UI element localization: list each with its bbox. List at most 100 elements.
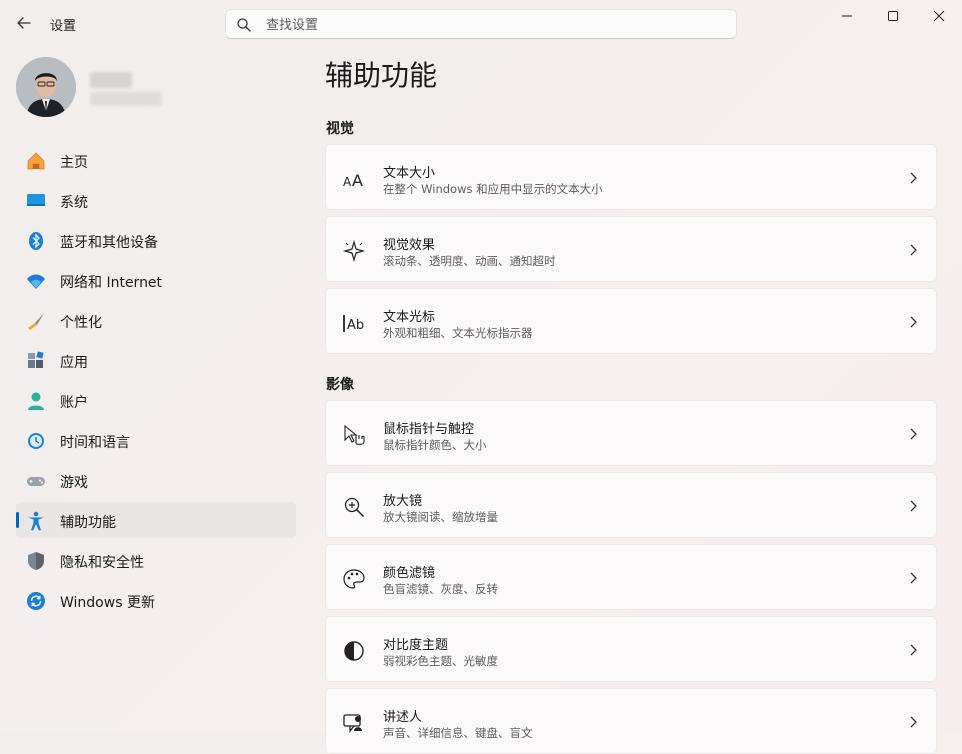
sidebar-item-network[interactable]: 网络和 Internet [16, 262, 296, 298]
svg-text:A: A [352, 171, 363, 190]
card-title: 文本光标 [383, 310, 436, 325]
section-heading-vision: 视觉 [326, 121, 354, 137]
search-icon [237, 18, 251, 32]
user-email-blurred [90, 92, 162, 106]
card-subtitle: 声音、详细信息、键盘、盲文 [383, 726, 533, 740]
contrast-icon [344, 641, 364, 661]
card-title: 鼠标指针与触控 [383, 422, 475, 437]
card-subtitle: 滚动条、透明度、动画、通知超时 [383, 254, 556, 268]
sidebar-item-gaming[interactable]: 游戏 [16, 462, 296, 498]
sidebar-item-windows-update[interactable]: Windows 更新 [16, 582, 296, 618]
text-size-icon: A A [343, 171, 363, 190]
minimize-button[interactable] [824, 0, 870, 32]
card-contrast-themes[interactable]: 对比度主题 弱视彩色主题、光敏度 [325, 616, 937, 682]
sidebar-item-apps[interactable]: 应用 [16, 342, 296, 378]
svg-text:A: A [343, 175, 352, 189]
back-arrow-icon [17, 17, 31, 29]
gamepad-icon [27, 477, 45, 486]
sidebar-item-label: 系统 [60, 195, 88, 211]
page-title: 辅助功能 [325, 59, 438, 92]
sidebar-item-label: 账户 [60, 395, 88, 411]
card-title: 文本大小 [383, 166, 436, 181]
text-cursor-icon: Ab [343, 315, 364, 333]
sidebar-nav: 主页 系统 蓝牙和其他设备 网络和 Internet 个性化 应用 账户 时间和… [16, 142, 296, 622]
apps-icon [28, 351, 44, 368]
sidebar-item-label: 主页 [60, 155, 88, 171]
card-title: 放大镜 [383, 494, 423, 509]
minimize-icon [842, 15, 852, 17]
section-heading-imaging: 影像 [326, 377, 354, 393]
card-mouse-pointer[interactable]: 鼠标指针与触控 鼠标指针颜色、大小 [325, 400, 937, 466]
close-icon [933, 10, 945, 22]
sidebar-item-accessibility[interactable]: 辅助功能 [16, 502, 296, 538]
brush-icon [28, 313, 44, 330]
sidebar-item-personalization[interactable]: 个性化 [16, 302, 296, 338]
sidebar-item-label: 时间和语言 [60, 435, 130, 451]
card-title: 颜色滤镜 [383, 566, 436, 581]
card-color-filters[interactable]: 颜色滤镜 色盲滤镜、灰度、反转 [325, 544, 937, 610]
sidebar-item-label: 网络和 Internet [60, 275, 163, 291]
sidebar-item-home[interactable]: 主页 [16, 142, 296, 178]
card-subtitle: 鼠标指针颜色、大小 [383, 438, 487, 452]
chevron-right-icon [910, 428, 917, 440]
chevron-right-icon [910, 316, 917, 328]
sidebar-item-label: 应用 [60, 355, 88, 371]
sidebar-item-privacy[interactable]: 隐私和安全性 [16, 542, 296, 578]
time-language-icon [28, 433, 44, 449]
card-subtitle: 放大镜阅读、缩放增量 [383, 510, 498, 524]
sidebar-item-label: 隐私和安全性 [60, 555, 144, 571]
sidebar-item-label: 游戏 [60, 475, 88, 491]
card-visual-effects[interactable]: 视觉效果 滚动条、透明度、动画、通知超时 [325, 216, 937, 282]
search-box[interactable] [225, 9, 737, 39]
card-title: 讲述人 [383, 710, 423, 725]
avatar[interactable] [16, 57, 76, 117]
chevron-right-icon [910, 172, 917, 184]
sidebar-item-time-language[interactable]: 时间和语言 [16, 422, 296, 458]
chevron-right-icon [910, 572, 917, 584]
card-title: 视觉效果 [383, 238, 436, 253]
mouse-pointer-icon [344, 424, 365, 445]
sidebar-item-system[interactable]: 系统 [16, 182, 296, 218]
user-photo-icon [16, 57, 76, 117]
back-button[interactable] [14, 12, 34, 34]
chevron-right-icon [910, 244, 917, 256]
sidebar-item-label: Windows 更新 [60, 595, 155, 611]
maximize-button[interactable] [870, 0, 916, 32]
card-subtitle: 色盲滤镜、灰度、反转 [383, 582, 498, 596]
bluetooth-icon [29, 232, 43, 250]
update-icon [27, 592, 45, 610]
narrator-icon [343, 714, 362, 733]
card-subtitle: 在整个 Windows 和应用中显示的文本大小 [383, 182, 603, 196]
magnifier-icon [344, 497, 364, 517]
sidebar-item-accounts[interactable]: 账户 [16, 382, 296, 418]
svg-text:Ab: Ab [347, 318, 364, 333]
card-subtitle: 外观和粗细、文本光标指示器 [383, 326, 533, 340]
app-title: 设置 [50, 19, 77, 34]
card-magnifier[interactable]: 放大镜 放大镜阅读、缩放增量 [325, 472, 937, 538]
system-icon [27, 194, 45, 206]
sidebar-item-label: 辅助功能 [60, 515, 116, 531]
card-subtitle: 弱视彩色主题、光敏度 [383, 654, 498, 668]
wifi-icon [27, 274, 45, 289]
chevron-right-icon [910, 716, 917, 728]
sidebar-item-label: 蓝牙和其他设备 [60, 235, 158, 251]
visual-effects-icon [342, 239, 366, 263]
card-title: 对比度主题 [383, 638, 449, 653]
sidebar-item-label: 个性化 [60, 315, 102, 331]
accessibility-icon [28, 511, 44, 531]
chevron-right-icon [910, 500, 917, 512]
palette-icon [343, 569, 365, 589]
chevron-right-icon [910, 644, 917, 656]
home-icon [27, 152, 45, 170]
card-text-size[interactable]: A A 文本大小 在整个 Windows 和应用中显示的文本大小 [325, 144, 937, 210]
shield-icon [28, 552, 44, 570]
sidebar-item-bluetooth[interactable]: 蓝牙和其他设备 [16, 222, 296, 258]
close-button[interactable] [916, 0, 962, 32]
card-narrator[interactable]: 讲述人 声音、详细信息、键盘、盲文 [325, 688, 937, 754]
account-icon [28, 392, 44, 410]
maximize-icon [888, 11, 898, 21]
card-text-cursor[interactable]: Ab 文本光标 外观和粗细、文本光标指示器 [325, 288, 937, 354]
search-input[interactable] [264, 14, 728, 36]
active-indicator [16, 512, 19, 528]
user-name-blurred [90, 72, 132, 88]
